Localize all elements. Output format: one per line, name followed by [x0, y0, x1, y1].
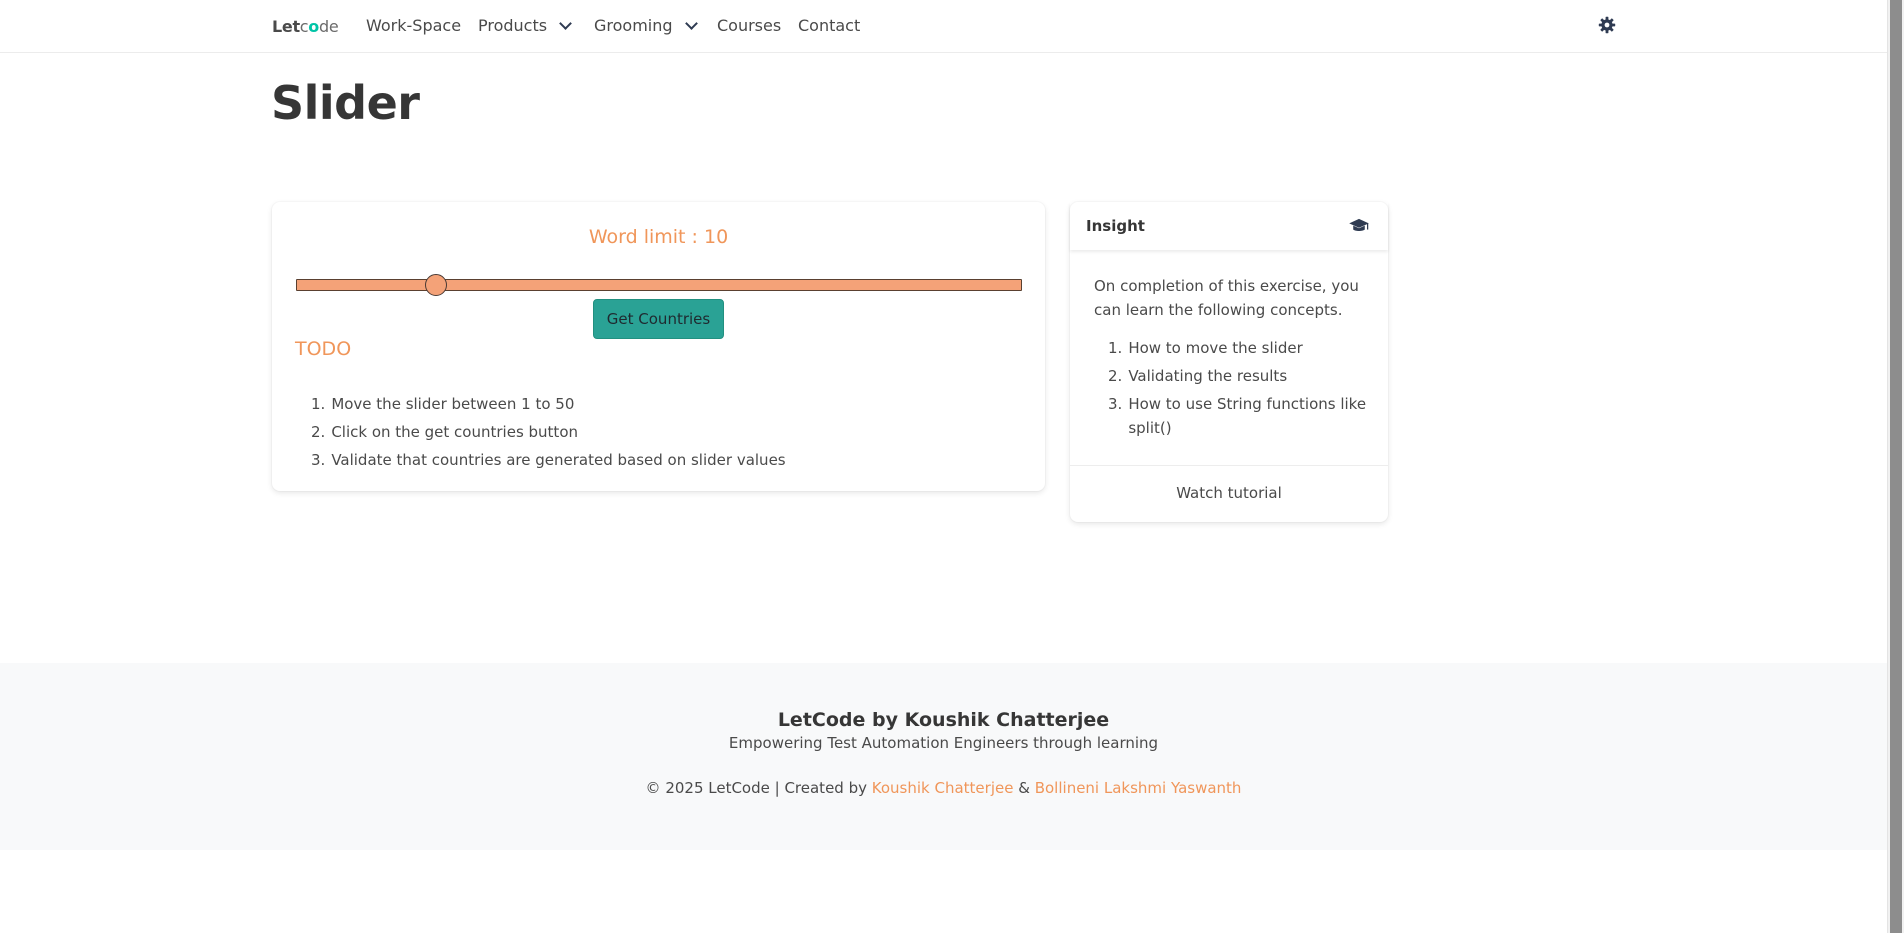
list-number: 2. [311, 423, 326, 441]
list-text: How to move the slider [1128, 339, 1303, 357]
list-item: 3. Validate that countries are generated… [311, 446, 786, 474]
nav-item-courses[interactable]: Courses [717, 16, 781, 35]
list-number: 3. [311, 451, 326, 469]
insight-card: Insight On completion of this exercise, … [1070, 202, 1388, 522]
brand-let: Let [272, 17, 300, 36]
chevron-down-icon [684, 16, 698, 30]
chevron-down-icon [559, 16, 572, 30]
author-link-koushik[interactable]: Koushik Chatterjee [872, 779, 1014, 797]
todo-title: TODO [295, 338, 352, 360]
get-countries-button[interactable]: Get Countries [593, 299, 724, 339]
vertical-scrollbar[interactable] [1887, 0, 1904, 933]
nav-item-contact[interactable]: Contact [798, 16, 860, 35]
nav-item-products[interactable]: Products [478, 16, 572, 35]
insight-header: Insight [1070, 202, 1388, 250]
nav-item-label: Products [478, 16, 548, 35]
insight-list: 1. How to move the slider 2. Validating … [1108, 336, 1368, 444]
word-limit-label: Word limit : 10 [588, 226, 729, 248]
nav-item-workspace[interactable]: Work-Space [366, 16, 461, 35]
list-number: 1. [311, 395, 326, 413]
divider [1070, 465, 1388, 466]
footer-title: LetCode by Koushik Chatterjee [777, 709, 1110, 731]
watch-tutorial-link[interactable]: Watch tutorial [1070, 484, 1388, 502]
list-item: 1. How to move the slider [1108, 336, 1368, 360]
list-text: Click on the get countries button [331, 423, 578, 441]
insight-intro: On completion of this exercise, you can … [1094, 277, 1359, 319]
list-text: Validate that countries are generated ba… [331, 451, 786, 469]
todo-list: 1. Move the slider between 1 to 50 2. Cl… [311, 390, 786, 474]
list-item: 2. Validating the results [1108, 364, 1368, 388]
slider-thumb[interactable] [425, 274, 448, 296]
slider-track[interactable] [296, 279, 1022, 291]
brand-o: o [308, 17, 319, 36]
list-number: 1. [1108, 339, 1123, 357]
slider-card: Word limit : 10 Get Countries TODO 1. Mo… [272, 202, 1045, 491]
scrollbar-thumb[interactable] [1890, 0, 1902, 933]
gear-icon[interactable] [1597, 15, 1617, 35]
author-link-bollineni[interactable]: Bollineni Lakshmi Yaswanth [1035, 779, 1242, 797]
list-number: 2. [1108, 367, 1123, 385]
footer-tagline: Empowering Test Automation Engineers thr… [728, 734, 1159, 752]
footer: LetCode by Koushik Chatterjee Empowering… [0, 663, 1887, 850]
list-text: How to use String functions like split() [1128, 395, 1367, 437]
list-item: 3. How to use String functions like spli… [1108, 392, 1368, 440]
ampersand: & [1018, 779, 1030, 797]
list-item: 2. Click on the get countries button [311, 418, 786, 446]
footer-copyright: © 2025 LetCode | Created by Koushik Chat… [0, 779, 1887, 797]
nav-item-label: Work-Space [366, 16, 462, 35]
copyright-prefix: © 2025 LetCode | Created by [645, 779, 867, 797]
list-text: Validating the results [1128, 367, 1288, 385]
list-item: 1. Move the slider between 1 to 50 [311, 390, 786, 418]
brand-de: de [319, 17, 339, 36]
page-title: Slider [271, 76, 420, 130]
brand-logo[interactable]: Letcode [272, 17, 339, 36]
list-text: Move the slider between 1 to 50 [331, 395, 575, 413]
list-number: 3. [1108, 395, 1123, 413]
nav-item-label: Courses [717, 16, 782, 35]
insight-title: Insight [1086, 217, 1145, 235]
navbar: Letcode Work-Space Products Grooming Cou… [0, 0, 1887, 53]
nav-item-label: Contact [798, 16, 861, 35]
nav-item-label: Grooming [594, 16, 673, 35]
graduation-cap-icon [1349, 218, 1369, 232]
nav-item-grooming[interactable]: Grooming [594, 16, 698, 35]
